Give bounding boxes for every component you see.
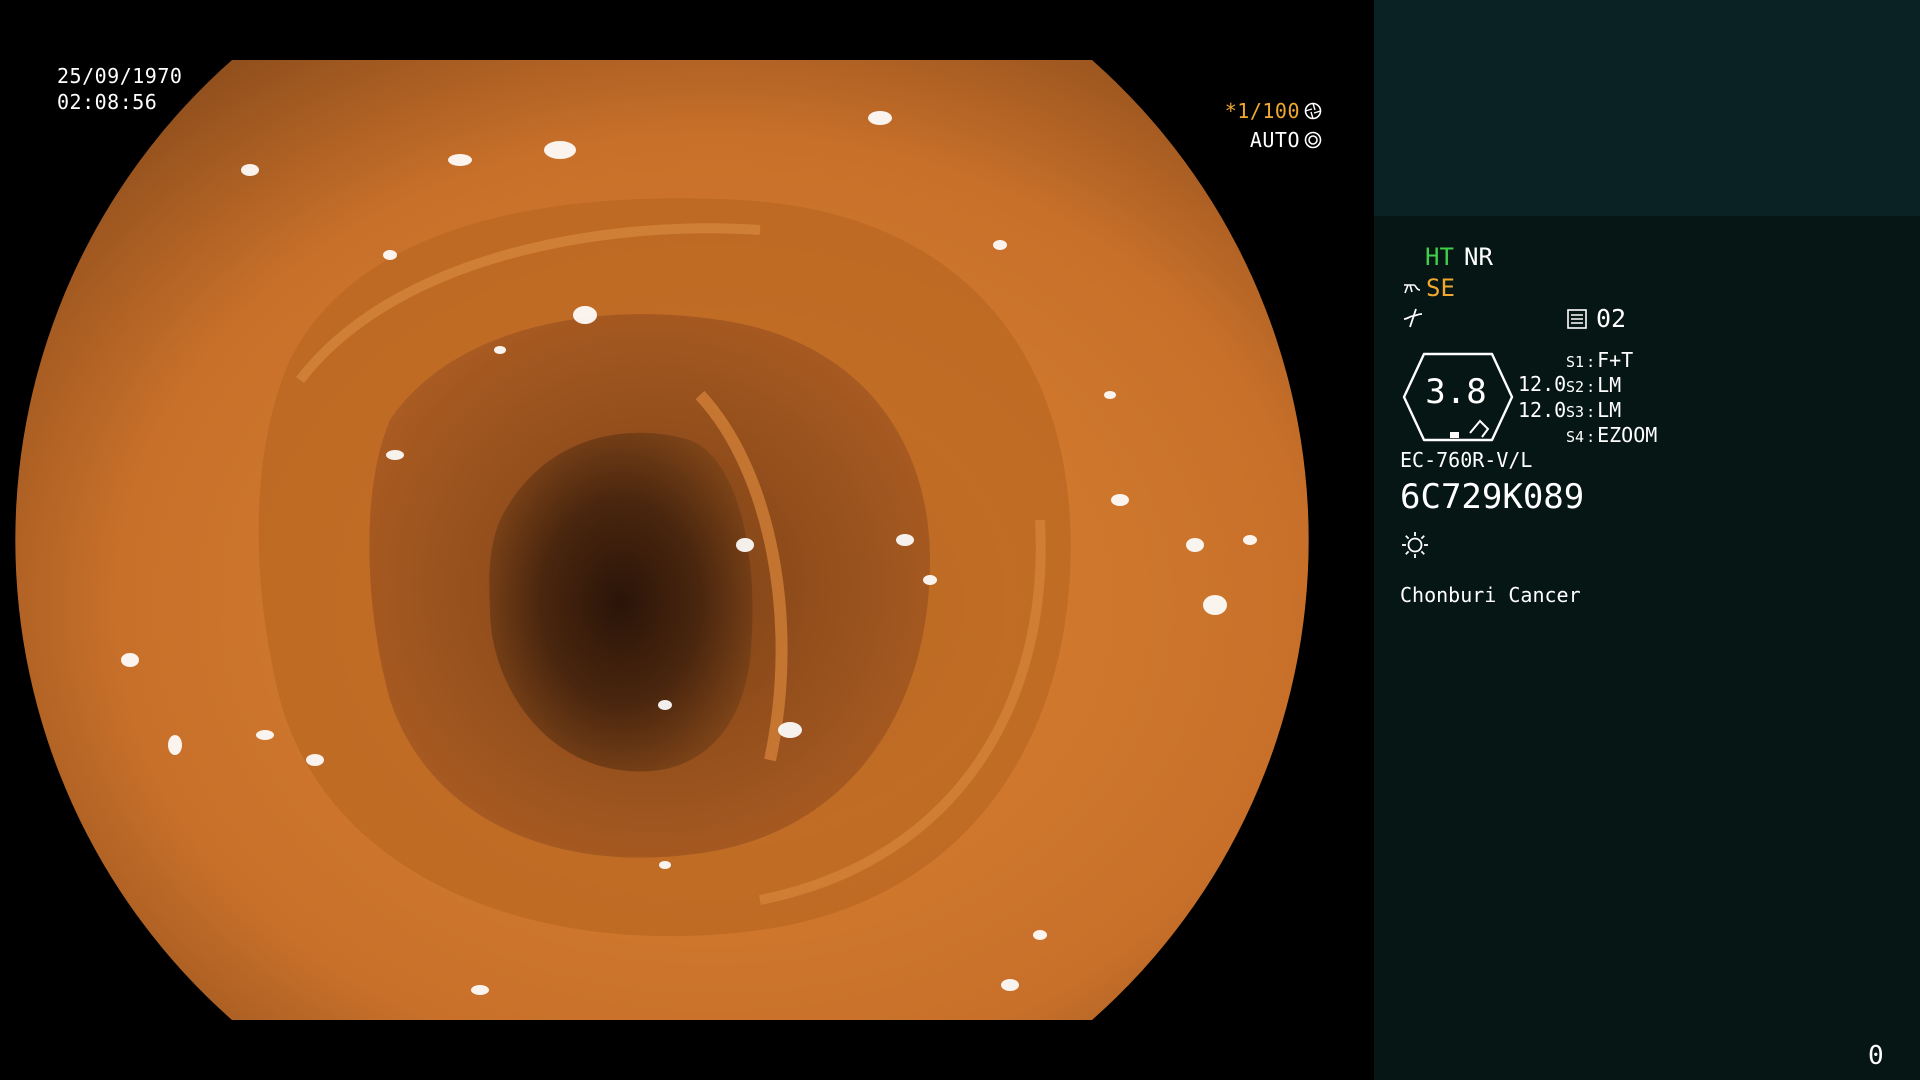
switch-s4: S4 : EZOOM: [1566, 423, 1658, 447]
switch-value: EZOOM: [1597, 423, 1658, 447]
switch-value: LM: [1597, 398, 1622, 422]
shutter-speed-label: *1/100: [1224, 99, 1300, 123]
image-counter: 0: [1868, 1041, 1884, 1071]
scope-model: EC-760R-V/L: [1400, 448, 1533, 472]
exam-time: 02:08:56: [57, 90, 158, 114]
switch-s1: S1 : F+T: [1566, 348, 1634, 372]
se-mode-row: SE: [1402, 273, 1455, 303]
shutter-speed: *1/100: [1225, 98, 1322, 124]
enhance-icon: [1402, 306, 1424, 330]
info-panel: HT NR SE 02 3.8 12.0 12.0 S1 : F+T S2: …: [1374, 0, 1920, 1080]
endoscopy-screen: 25/09/1970 02:08:56 *1/100 AUTO HT NR SE: [0, 0, 1920, 1080]
scope-structure-icon: [1402, 277, 1424, 299]
iris-mode-label: AUTO: [1249, 128, 1300, 152]
switch-value: LM: [1597, 373, 1622, 397]
parameter-value-a: 12.0: [1518, 372, 1567, 396]
endoscopic-view: [15, 60, 1309, 1020]
zoom-value: 3.8: [1425, 372, 1487, 412]
shutter-icon: [1304, 102, 1322, 120]
memo-card-icon: [1566, 308, 1588, 330]
switch-key: S1: [1566, 353, 1585, 371]
scope-serial-number: 6C729K089: [1400, 477, 1585, 517]
hospital-name: Chonburi Cancer: [1400, 583, 1581, 607]
light-source-icon: [1400, 530, 1430, 560]
switch-key: S4: [1566, 428, 1585, 446]
switch-s3: S3 : LM: [1566, 398, 1622, 422]
memo-number: 02: [1596, 304, 1627, 333]
se-mode-indicator: SE: [1426, 274, 1455, 302]
nr-mode-indicator: NR: [1464, 243, 1493, 271]
exam-date: 25/09/1970: [57, 64, 183, 88]
switch-s2: S2 : LM: [1566, 373, 1622, 397]
iris-mode: AUTO: [1250, 127, 1322, 153]
ht-mode-indicator: HT: [1425, 243, 1454, 271]
switch-key: S3: [1566, 403, 1585, 421]
endoscope-image-area: 25/09/1970 02:08:56 *1/100 AUTO: [0, 0, 1374, 1080]
switch-key: S2: [1566, 378, 1585, 396]
info-panel-header: [1374, 0, 1920, 216]
iris-icon: [1304, 131, 1322, 149]
switch-value: F+T: [1597, 348, 1634, 372]
parameter-value-b: 12.0: [1518, 398, 1567, 422]
